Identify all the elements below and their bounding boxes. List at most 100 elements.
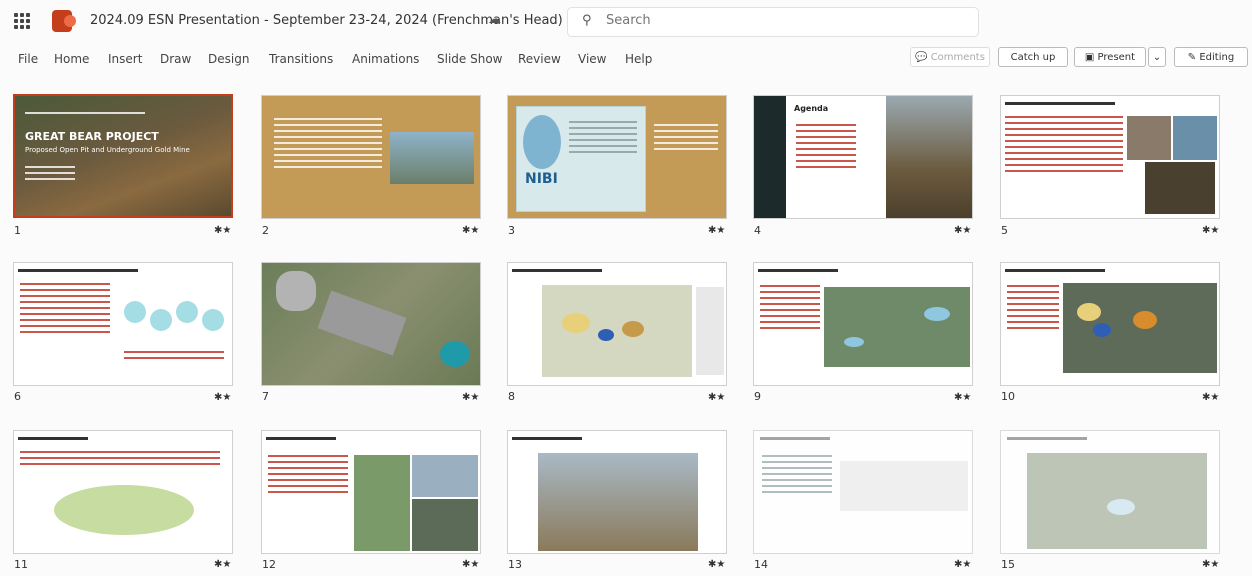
slide-9-map <box>824 287 970 367</box>
slide-8-map-feature <box>598 329 614 341</box>
slide-1-title: GREAT BEAR PROJECT <box>25 130 159 143</box>
slide-number: 12 <box>262 558 276 571</box>
slide-thumbnail-15[interactable] <box>1000 430 1220 554</box>
slide-number: 11 <box>14 558 28 571</box>
slide-8-map-feature <box>622 321 644 337</box>
slide-6-text <box>20 279 110 337</box>
slide-thumbnail-2[interactable] <box>261 95 481 219</box>
slide-number: 10 <box>1001 390 1015 403</box>
slide-thumbnail-10[interactable] <box>1000 262 1220 386</box>
slide-2-photo <box>390 132 474 184</box>
slide-5-title <box>1005 102 1115 105</box>
slide-10-map <box>1063 283 1217 373</box>
star-icon[interactable]: ✱★ <box>462 392 479 403</box>
slide-3-text <box>654 120 718 154</box>
slide-number: 13 <box>508 558 522 571</box>
slide-number: 8 <box>508 390 515 403</box>
slide-number: 15 <box>1001 558 1015 571</box>
slide-3-logo-text: NIBI <box>525 171 558 187</box>
slide-6-diagram-node <box>176 301 198 323</box>
slide-6-diagram-node <box>124 301 146 323</box>
slide-thumbnail-13[interactable] <box>507 430 727 554</box>
slide-11-diagram <box>54 485 194 535</box>
slide-9-text <box>760 281 820 333</box>
star-icon[interactable]: ✱★ <box>214 392 231 403</box>
slide-4-agenda-list <box>796 120 856 172</box>
slide-12-photo <box>354 455 410 551</box>
slide-6-diagram-node <box>150 309 172 331</box>
star-icon[interactable]: ✱★ <box>1202 559 1219 570</box>
slide-10-map-feature <box>1133 311 1157 329</box>
star-icon[interactable]: ✱★ <box>708 559 725 570</box>
slide-4-photo <box>886 96 972 218</box>
slide-7-pit-area <box>276 271 316 311</box>
slide-thumbnail-3[interactable]: NIBI <box>507 95 727 219</box>
slide-5-photo <box>1145 162 1215 214</box>
slide-thumbnail-14[interactable] <box>753 430 973 554</box>
slide-15-lake <box>1107 499 1135 515</box>
star-icon[interactable]: ✱★ <box>1202 225 1219 236</box>
star-icon[interactable]: ✱★ <box>462 225 479 236</box>
slide-11-text <box>20 447 220 469</box>
star-icon[interactable]: ✱★ <box>1202 392 1219 403</box>
slide-5-text <box>1005 112 1123 176</box>
slide-number: 9 <box>754 390 761 403</box>
slide-5-photo <box>1127 116 1171 160</box>
slide-13-title <box>512 437 582 440</box>
slide-7-site-area <box>317 290 407 356</box>
slide-4-title: Agenda <box>794 104 829 113</box>
star-icon[interactable]: ✱★ <box>462 559 479 570</box>
slide-number: 6 <box>14 390 21 403</box>
slide-thumbnail-7[interactable] <box>261 262 481 386</box>
water-drop-icon <box>523 115 561 169</box>
star-icon[interactable]: ✱★ <box>214 225 231 236</box>
slide-12-photo <box>412 499 478 551</box>
slide-thumbnail-1[interactable]: GREAT BEAR PROJECT Proposed Open Pit and… <box>13 94 233 218</box>
slide-6-title <box>18 269 138 272</box>
slide-1-header-text <box>25 108 145 118</box>
slide-number: 14 <box>754 558 768 571</box>
star-icon[interactable]: ✱★ <box>708 392 725 403</box>
slide-thumbnail-12[interactable] <box>261 430 481 554</box>
star-icon[interactable]: ✱★ <box>954 392 971 403</box>
slide-9-title <box>758 269 838 272</box>
slide-8-legend <box>696 287 724 375</box>
slide-9-lake <box>844 337 864 347</box>
slide-11-title <box>18 437 88 440</box>
slide-8-title <box>512 269 602 272</box>
slide-14-diagram <box>840 461 968 511</box>
slide-thumbnail-8[interactable] <box>507 262 727 386</box>
slide-1-subtitle: Proposed Open Pit and Underground Gold M… <box>25 146 190 154</box>
star-icon[interactable]: ✱★ <box>954 225 971 236</box>
slide-6-diagram-node <box>202 309 224 331</box>
slide-14-text <box>762 451 832 497</box>
slide-thumbnail-4[interactable]: Agenda <box>753 95 973 219</box>
slide-8-map-feature <box>562 313 590 333</box>
slide-number: 5 <box>1001 224 1008 237</box>
slide-thumbnail-11[interactable] <box>13 430 233 554</box>
slide-thumbnail-5[interactable] <box>1000 95 1220 219</box>
slide-1-date-text <box>25 162 75 184</box>
slide-sorter-grid: GREAT BEAR PROJECT Proposed Open Pit and… <box>0 0 1252 576</box>
slide-5-photo <box>1173 116 1217 160</box>
star-icon[interactable]: ✱★ <box>954 559 971 570</box>
slide-7-pond <box>440 341 470 367</box>
slide-8-map <box>542 285 692 377</box>
slide-thumbnail-9[interactable] <box>753 262 973 386</box>
slide-4-sidebar <box>754 96 786 218</box>
slide-12-title <box>266 437 336 440</box>
slide-2-text <box>274 114 382 172</box>
slide-10-map-feature <box>1093 323 1111 337</box>
slide-14-title <box>760 437 830 440</box>
slide-number: 3 <box>508 224 515 237</box>
star-icon[interactable]: ✱★ <box>214 559 231 570</box>
slide-12-text <box>268 451 348 497</box>
slide-thumbnail-6[interactable] <box>13 262 233 386</box>
slide-number: 4 <box>754 224 761 237</box>
slide-15-title <box>1007 437 1087 440</box>
slide-12-photo <box>412 455 478 497</box>
slide-9-lake <box>924 307 950 321</box>
star-icon[interactable]: ✱★ <box>708 225 725 236</box>
slide-10-map-feature <box>1077 303 1101 321</box>
slide-10-title <box>1005 269 1105 272</box>
